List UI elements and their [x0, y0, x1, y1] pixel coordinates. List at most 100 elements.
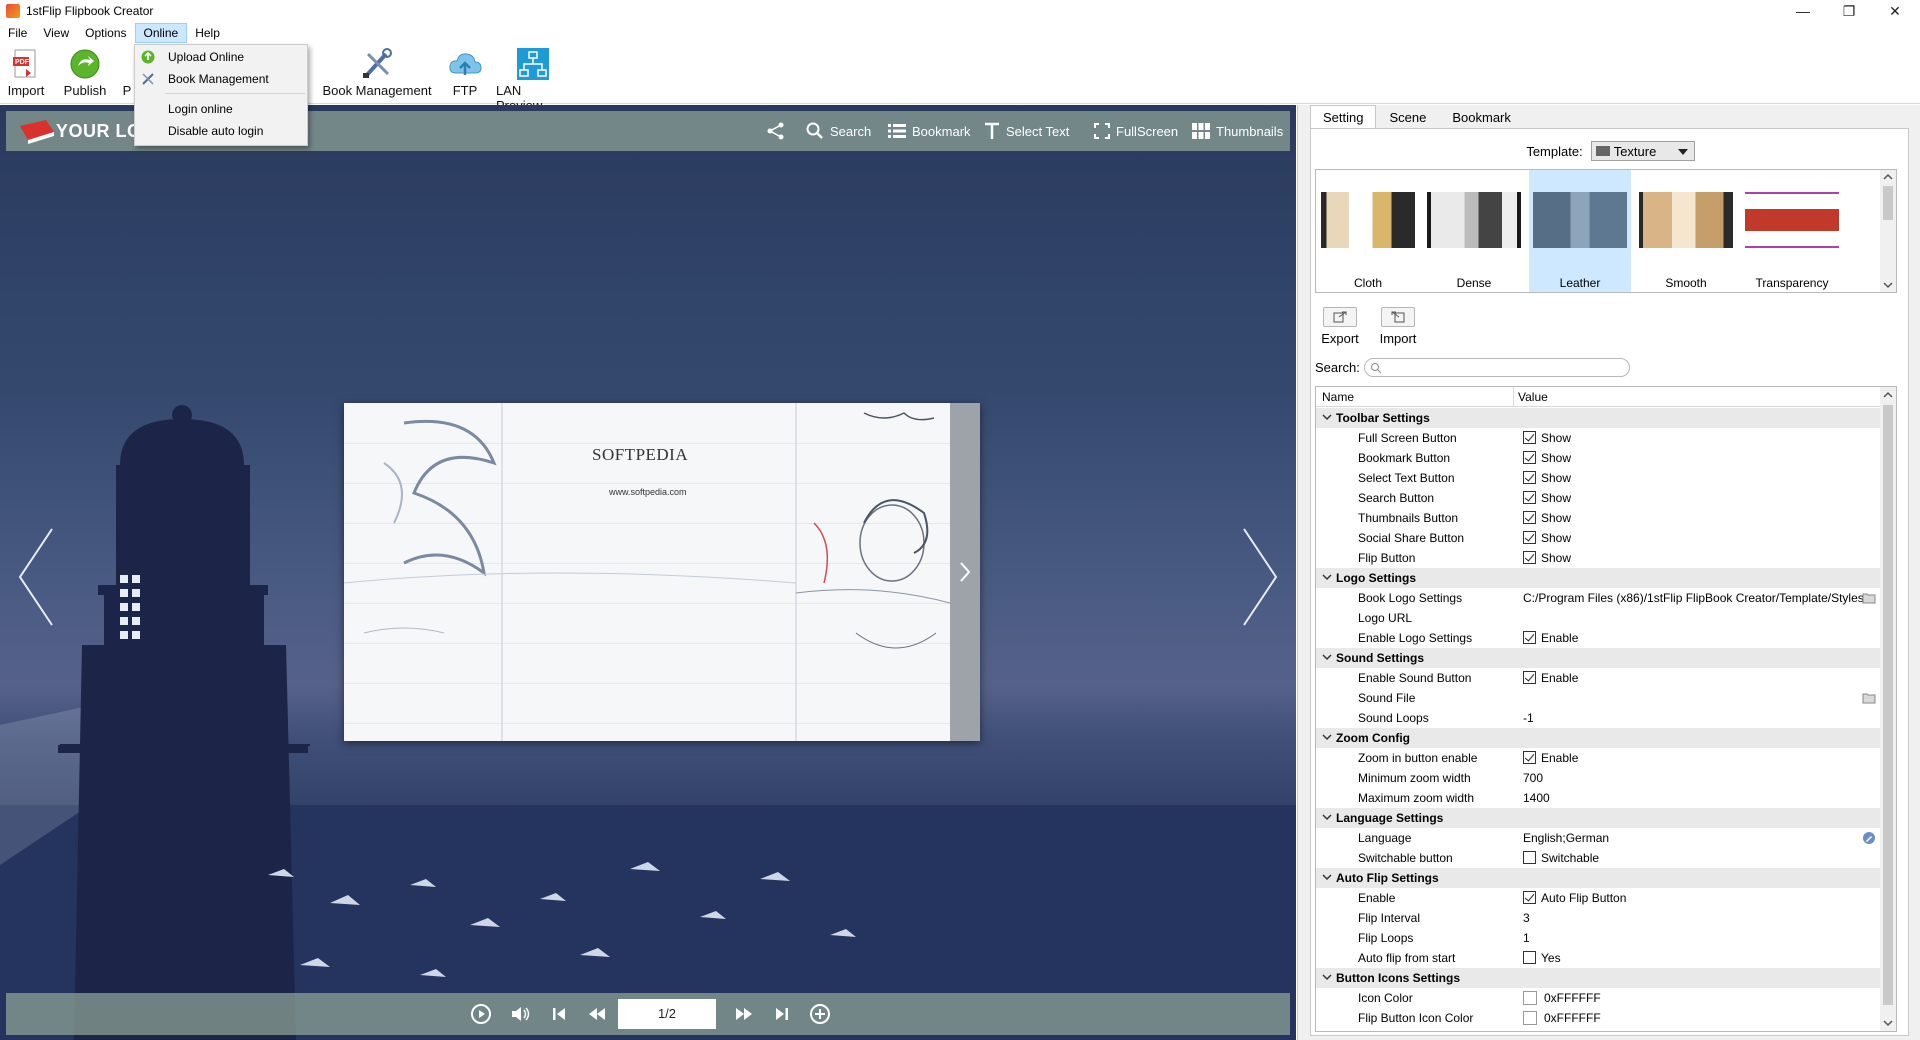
- menu-item-disable-auto-login[interactable]: Disable auto login: [135, 121, 307, 141]
- enable-sound-checkbox[interactable]: [1523, 671, 1536, 684]
- menu-help[interactable]: Help: [187, 23, 228, 43]
- search-button-checkbox[interactable]: [1523, 491, 1536, 504]
- tab-scene[interactable]: Scene: [1376, 105, 1439, 129]
- export-template-button[interactable]: Export: [1315, 307, 1365, 346]
- language-field[interactable]: English;German: [1523, 831, 1609, 845]
- category-zoom-config[interactable]: Zoom Config: [1316, 728, 1882, 748]
- checkbox-label: Enable: [1541, 751, 1579, 765]
- chevron-down-icon: [1322, 574, 1332, 581]
- property-name: Select Text Button: [1358, 471, 1455, 485]
- min-zoom-width-field[interactable]: 700: [1523, 771, 1543, 785]
- autoplay-button[interactable]: [470, 1003, 492, 1025]
- book-management-tool-button[interactable]: Book Management: [322, 48, 432, 102]
- full-screen-button-checkbox[interactable]: [1523, 431, 1536, 444]
- thumbnails-button-checkbox[interactable]: [1523, 511, 1536, 524]
- flipbook-page[interactable]: SOFTPEDIA www.softpedia.com: [344, 403, 980, 741]
- book-logo-path-field[interactable]: C:/Program Files (x86)/1stFlip FlipBook …: [1523, 591, 1867, 605]
- next-page-arrow[interactable]: [1240, 527, 1280, 627]
- page-curl[interactable]: [950, 403, 980, 741]
- template-thumb-cloth[interactable]: Cloth: [1317, 170, 1419, 292]
- tab-bookmark[interactable]: Bookmark: [1439, 105, 1524, 129]
- previous-page-button[interactable]: [586, 1003, 608, 1025]
- viewer-logo[interactable]: YOUR LO: [18, 117, 142, 145]
- folder-icon[interactable]: [1862, 691, 1876, 705]
- next-page-button[interactable]: [733, 1003, 755, 1025]
- category-label: Zoom Config: [1336, 731, 1410, 745]
- property-grid-header: Name Value: [1316, 387, 1882, 407]
- last-page-button[interactable]: [771, 1003, 793, 1025]
- category-sound-settings[interactable]: Sound Settings: [1316, 648, 1882, 668]
- viewer-select-text-button[interactable]: Select Text: [984, 111, 1069, 151]
- category-logo-settings[interactable]: Logo Settings: [1316, 568, 1882, 588]
- zoom-enable-checkbox[interactable]: [1523, 751, 1536, 764]
- close-button[interactable]: ✕: [1872, 0, 1918, 22]
- sound-button[interactable]: [509, 1003, 531, 1025]
- menu-item-book-management[interactable]: Book Management: [135, 69, 307, 89]
- thumbnail-scrollbar[interactable]: [1880, 170, 1896, 292]
- auto-flip-button-checkbox[interactable]: [1523, 891, 1536, 904]
- menu-options[interactable]: Options: [77, 23, 134, 43]
- import-tool-button[interactable]: PDF Import: [8, 48, 44, 102]
- flip-button-checkbox[interactable]: [1523, 551, 1536, 564]
- menu-online[interactable]: Online: [134, 23, 188, 43]
- viewer-thumbnails-button[interactable]: Thumbnails: [1192, 111, 1283, 151]
- social-share-button-checkbox[interactable]: [1523, 531, 1536, 544]
- sound-loops-field[interactable]: -1: [1523, 711, 1534, 725]
- viewer-search-button[interactable]: Search: [806, 111, 871, 151]
- template-thumb-dense[interactable]: Dense: [1423, 170, 1525, 292]
- tools-icon: [360, 48, 394, 80]
- menu-view[interactable]: View: [35, 23, 77, 43]
- property-name: Book Logo Settings: [1358, 591, 1463, 605]
- folder-icon[interactable]: [1862, 591, 1876, 605]
- icon-color-swatch[interactable]: [1523, 991, 1537, 1005]
- partial-tool-button[interactable]: P: [120, 48, 134, 102]
- property-name: Flip Interval: [1358, 911, 1421, 925]
- category-button-icons-settings[interactable]: Button Icons Settings: [1316, 968, 1882, 988]
- settings-search-row: Search:: [1315, 357, 1630, 377]
- settings-search-input[interactable]: [1363, 357, 1630, 377]
- property-name: Flip Button Icon Color: [1358, 1011, 1474, 1025]
- viewer-bookmark-button[interactable]: Bookmark: [888, 111, 971, 151]
- template-thumb-smooth[interactable]: Smooth: [1635, 170, 1737, 292]
- property-grid-scrollbar[interactable]: [1880, 387, 1896, 1031]
- lan-preview-tool-button[interactable]: LAN Preview: [496, 48, 570, 113]
- menu-file[interactable]: File: [0, 23, 35, 43]
- menu-item-login-online[interactable]: Login online: [135, 99, 307, 119]
- first-page-button[interactable]: [548, 1003, 570, 1025]
- select-text-button-checkbox[interactable]: [1523, 471, 1536, 484]
- category-language-settings[interactable]: Language Settings: [1316, 808, 1882, 828]
- flip-icon-color-swatch[interactable]: [1523, 1011, 1537, 1025]
- auto-flip-from-start-checkbox[interactable]: [1523, 951, 1536, 964]
- template-dropdown[interactable]: Texture: [1590, 141, 1695, 161]
- max-zoom-width-field[interactable]: 1400: [1523, 791, 1550, 805]
- property-row: Zoom in button enable Enable: [1316, 748, 1882, 768]
- ftp-tool-button[interactable]: FTP: [449, 48, 482, 102]
- category-auto-flip-settings[interactable]: Auto Flip Settings: [1316, 868, 1882, 888]
- checkbox-label: Show: [1541, 451, 1572, 465]
- category-toolbar-settings[interactable]: Toolbar Settings: [1316, 408, 1882, 428]
- flip-loops-field[interactable]: 1: [1523, 931, 1530, 945]
- share-button[interactable]: [766, 111, 792, 151]
- page-number-input[interactable]: 1/2: [618, 999, 716, 1029]
- enable-logo-checkbox[interactable]: [1523, 631, 1536, 644]
- checkbox-label: Yes: [1541, 951, 1561, 965]
- previous-page-arrow[interactable]: [16, 527, 56, 627]
- publish-tool-button[interactable]: Publish: [62, 48, 108, 102]
- column-header-value: Value: [1518, 390, 1548, 404]
- settings-panel: Setting Scene Bookmark Template: Texture…: [1297, 105, 1920, 1040]
- bookmark-button-checkbox[interactable]: [1523, 451, 1536, 464]
- category-label: Button Icons Settings: [1336, 971, 1460, 985]
- template-thumb-leather[interactable]: Leather: [1529, 170, 1631, 292]
- switchable-checkbox[interactable]: [1523, 851, 1536, 864]
- zoom-in-button[interactable]: [809, 1003, 831, 1025]
- import-template-button[interactable]: Import: [1373, 307, 1423, 346]
- menu-item-upload-online[interactable]: Upload Online: [135, 47, 307, 67]
- tab-setting[interactable]: Setting: [1310, 105, 1377, 129]
- minimize-button[interactable]: —: [1780, 0, 1826, 22]
- viewer-fullscreen-button[interactable]: FullScreen: [1094, 111, 1178, 151]
- maximize-button[interactable]: ❐: [1826, 0, 1872, 22]
- template-thumb-transparency[interactable]: Transparency: [1741, 170, 1843, 292]
- checkbox-label: Show: [1541, 551, 1572, 565]
- flip-interval-field[interactable]: 3: [1523, 911, 1530, 925]
- edit-icon[interactable]: [1862, 831, 1876, 845]
